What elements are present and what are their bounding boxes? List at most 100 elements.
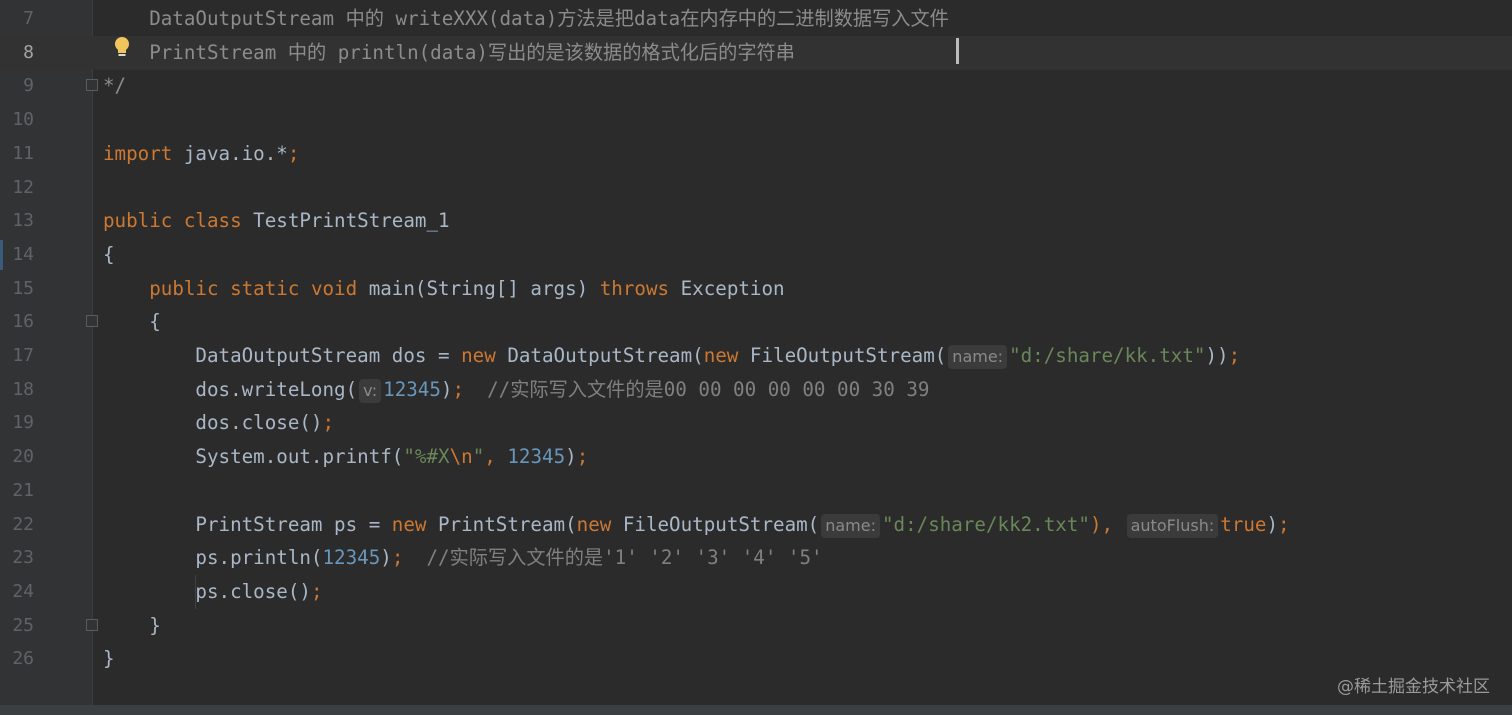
code-line[interactable]: 24 ps.close(); <box>0 575 1512 609</box>
code-text[interactable]: public static void main(String[] args) t… <box>103 272 784 306</box>
code-text[interactable]: { <box>103 305 161 339</box>
code-token: ; <box>1228 344 1241 367</box>
code-token: dos.close() <box>103 411 323 435</box>
code-token: "d:/share/kk2.txt" <box>882 512 1090 536</box>
line-number: 16 <box>12 311 34 333</box>
code-token: ; <box>391 546 404 570</box>
code-line[interactable]: 15 public static void main(String[] args… <box>0 272 1512 306</box>
code-text[interactable]: DataOutputStream dos = new DataOutputStr… <box>103 339 1240 373</box>
code-text[interactable]: System.out.printf("%#X\n", 12345); <box>103 440 588 474</box>
code-token: new <box>391 512 427 536</box>
code-text[interactable]: public class TestPrintStream_1 <box>103 204 450 238</box>
line-number: 25 <box>12 614 34 636</box>
code-token: ps.println( <box>103 546 323 570</box>
code-text[interactable]: ps.println(12345); //实际写入文件的是'1' '2' '3'… <box>103 541 823 575</box>
code-editor[interactable]: 7 DataOutputStream 中的 writeXXX(data)方法是把… <box>0 0 1512 705</box>
line-number: 15 <box>12 277 34 299</box>
code-line[interactable]: 10 <box>0 103 1512 137</box>
code-line[interactable]: 19 dos.close(); <box>0 406 1512 440</box>
line-number: 13 <box>12 210 34 232</box>
code-line[interactable]: 13 public class TestPrintStream_1 <box>0 204 1512 238</box>
code-token: DataOutputStream( <box>495 344 704 367</box>
code-token: throws <box>599 276 670 300</box>
code-text[interactable]: DataOutputStream 中的 writeXXX(data)方法是把da… <box>103 2 949 36</box>
code-token: FileOutputStream( <box>738 344 947 367</box>
code-text[interactable]: ps.close(); <box>103 575 323 609</box>
line-number: 8 <box>23 41 34 63</box>
line-number: 24 <box>12 580 34 602</box>
code-token: ) <box>440 377 453 401</box>
code-line[interactable]: 21 <box>0 474 1512 508</box>
code-text[interactable]: { <box>103 238 115 272</box>
code-text[interactable]: */ <box>103 69 126 103</box>
code-line[interactable]: 18 dos.writeLong(v: 12345); //实际写入文件的是00 … <box>0 373 1512 407</box>
lightbulb-icon[interactable] <box>112 36 132 58</box>
code-text[interactable]: PrintStream ps = new PrintStream(new Fil… <box>103 508 1290 542</box>
line-number: 22 <box>12 513 34 535</box>
code-token: java.io.* <box>172 141 288 165</box>
code-token: "d:/share/kk.txt" <box>1009 344 1206 367</box>
code-line[interactable]: 16 { <box>0 305 1512 339</box>
code-token: PrintStream 中的 println(data)写出的是该数据的格式化后… <box>103 40 795 64</box>
line-number: 14 <box>12 243 34 265</box>
code-text[interactable]: import java.io.*; <box>103 137 299 171</box>
watermark: @稀土掘金技术社区 <box>1337 677 1490 697</box>
code-token: ps.close() <box>103 579 311 603</box>
code-line[interactable]: 25 } <box>0 609 1512 643</box>
code-token: 12345 <box>322 546 381 570</box>
parameter-hint: name: <box>821 513 880 538</box>
text-caret <box>956 38 959 64</box>
code-token: dos.writeLong( <box>103 377 358 401</box>
code-token: //实际写入文件的是'1' '2' '3' '4' '5' <box>403 546 823 570</box>
code-text[interactable]: dos.close(); <box>103 406 334 440</box>
code-token: { <box>103 242 115 266</box>
fold-marker-icon[interactable] <box>86 79 98 91</box>
fold-marker-icon[interactable] <box>86 315 98 327</box>
line-number: 11 <box>12 142 34 164</box>
code-token: ; <box>310 579 323 603</box>
code-token: ) <box>380 546 392 570</box>
code-token: public class <box>103 209 242 233</box>
code-token: } <box>103 613 161 637</box>
code-line[interactable]: 8 PrintStream 中的 println(data)写出的是该数据的格式… <box>0 35 1512 70</box>
code-text[interactable]: } <box>103 642 115 676</box>
code-line[interactable]: 23 ps.println(12345); //实际写入文件的是'1' '2' … <box>0 541 1512 575</box>
code-token: ; <box>1278 512 1290 536</box>
code-token: new <box>576 512 612 536</box>
line-number: 17 <box>12 345 34 366</box>
code-token: */ <box>103 74 127 98</box>
line-number: 10 <box>12 109 34 131</box>
code-token: main(String[] args) <box>357 276 600 300</box>
code-token: ) <box>565 445 577 469</box>
code-token: "%#X <box>403 445 450 469</box>
code-line[interactable]: 9 */ <box>0 69 1512 103</box>
code-token: System.out.printf( <box>103 445 404 469</box>
code-line[interactable]: 11 import java.io.*; <box>0 137 1512 171</box>
code-line[interactable]: 20 System.out.printf("%#X\n", 12345); <box>0 440 1512 474</box>
code-line[interactable]: 22 PrintStream ps = new PrintStream(new … <box>0 508 1512 542</box>
line-number: 9 <box>23 75 34 97</box>
code-text[interactable]: dos.writeLong(v: 12345); //实际写入文件的是00 00 … <box>103 373 929 407</box>
parameter-hint: name: <box>948 345 1008 369</box>
fold-marker-icon[interactable] <box>86 619 98 631</box>
line-number: 19 <box>12 412 34 434</box>
code-line[interactable]: 7 DataOutputStream 中的 writeXXX(data)方法是把… <box>0 2 1512 36</box>
code-token: 12345 <box>507 445 566 469</box>
code-token: TestPrintStream_1 <box>241 209 450 233</box>
parameter-hint: autoFlush: <box>1126 513 1219 538</box>
code-token: ; <box>576 445 589 469</box>
code-token: , <box>484 445 508 469</box>
code-line[interactable]: 26} <box>0 642 1512 676</box>
code-text[interactable]: PrintStream 中的 println(data)写出的是该数据的格式化后… <box>103 36 795 70</box>
code-token: new <box>703 344 739 367</box>
code-line[interactable]: 14 { <box>0 238 1512 272</box>
line-number: 20 <box>12 446 34 468</box>
code-line[interactable]: 17 DataOutputStream dos = new DataOutput… <box>0 339 1512 373</box>
status-bar <box>0 705 1512 715</box>
code-token: DataOutputStream 中的 writeXXX(data)方法是把da… <box>103 7 949 30</box>
code-token: ), <box>1089 512 1125 536</box>
code-line[interactable]: 12 <box>0 171 1512 205</box>
code-token: ; <box>287 141 300 165</box>
code-token: public static void <box>149 276 358 300</box>
code-text[interactable]: } <box>103 609 161 643</box>
